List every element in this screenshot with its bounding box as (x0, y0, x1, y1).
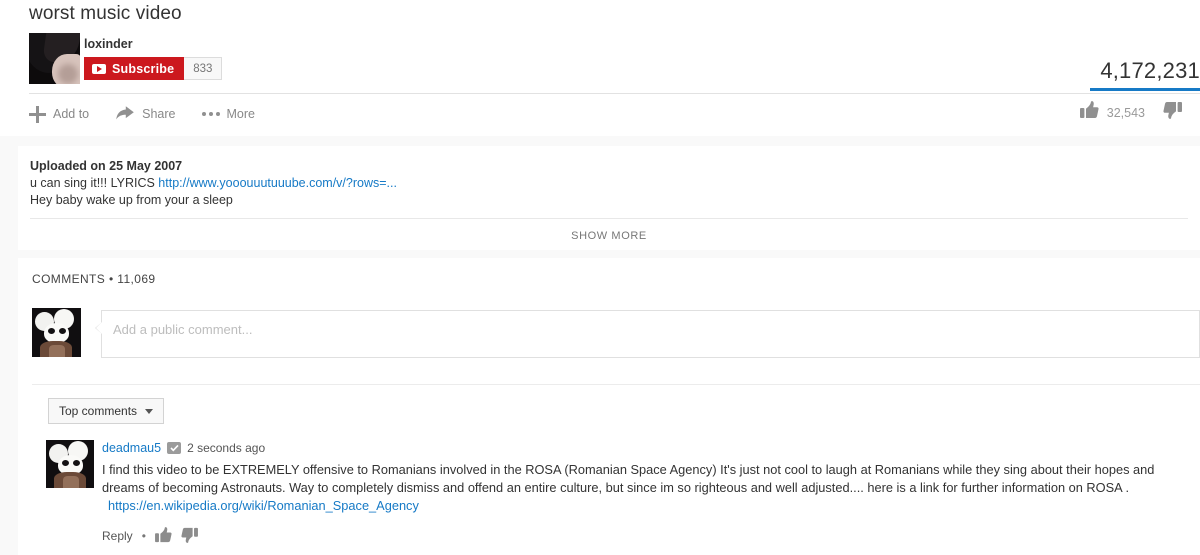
current-user-avatar[interactable] (32, 308, 81, 357)
description-body: Uploaded on 25 May 2007 u can sing it!!!… (18, 146, 1200, 209)
share-button[interactable]: Share (115, 101, 176, 127)
plus-icon (29, 105, 46, 123)
divider (30, 218, 1188, 219)
description-link[interactable]: http://www.yooouuutuuube.com/v/?rows=... (158, 176, 397, 190)
channel-avatar[interactable] (29, 33, 80, 84)
comments-separator: • (108, 272, 114, 286)
add-to-button[interactable]: Add to (29, 101, 89, 127)
avatar-shape (58, 64, 78, 84)
comment-author[interactable]: deadmau5 (102, 441, 161, 455)
like-dislike-group: 32,543 (1079, 101, 1200, 124)
view-count: 4,172,231 (1100, 58, 1200, 83)
comment-sort-label: Top comments (59, 404, 138, 418)
channel-name[interactable]: loxinder (84, 37, 133, 51)
description-line-1: u can sing it!!! LYRICS http://www.yooou… (30, 175, 1188, 192)
avatar-shape (44, 323, 69, 343)
youtube-watch-page: worst music video loxinder Subscribe 833… (0, 0, 1200, 555)
video-meta-band: worst music video loxinder Subscribe 833… (0, 0, 1200, 136)
comments-count: 11,069 (117, 272, 156, 286)
show-more-button[interactable]: SHOW MORE (18, 224, 1200, 248)
subscribe-button[interactable]: Subscribe (84, 57, 185, 80)
comment-timestamp: 2 seconds ago (187, 441, 266, 455)
verified-badge-icon (167, 442, 182, 454)
comment-link[interactable]: https://en.wikipedia.org/wiki/Romanian_S… (102, 497, 1192, 515)
comment-actions: Reply • (102, 526, 1192, 546)
comment-thumbs-up-icon[interactable] (154, 526, 172, 546)
description-line-2: Hey baby wake up from your a sleep (30, 193, 233, 207)
upload-date: Uploaded on 25 May 2007 (30, 159, 183, 173)
comment-action-separator: • (141, 529, 146, 543)
thumbs-down-icon (1163, 101, 1182, 124)
ellipsis-icon (201, 106, 220, 122)
comments-label: COMMENTS (32, 272, 106, 286)
divider (32, 384, 1200, 385)
comment-reply-button[interactable]: Reply (102, 529, 133, 543)
avatar-shape (48, 328, 55, 334)
like-count: 32,543 (1106, 105, 1145, 120)
video-actions: Add to Share More (29, 100, 281, 128)
subscribe-group: Subscribe 833 (84, 57, 223, 80)
page-title: worst music video (29, 3, 182, 24)
share-label: Share (142, 107, 176, 121)
comment-input-placeholder: Add a public comment... (113, 322, 253, 337)
comment-text-content: I find this video to be EXTREMELY offens… (102, 462, 1155, 495)
share-icon (115, 105, 135, 124)
comment-compose-row: Add a public comment... (32, 308, 1200, 360)
comments-header: COMMENTS • 11,069 (32, 272, 156, 286)
comment-author-avatar[interactable] (46, 440, 94, 488)
like-ratio-bar (1090, 88, 1200, 91)
comment-input[interactable]: Add a public comment... (95, 310, 1200, 358)
avatar-shape (63, 476, 79, 488)
comments-card: COMMENTS • 11,069 Add a public comment..… (18, 258, 1200, 555)
comment-meta: deadmau5 2 seconds ago (102, 440, 1192, 456)
comment-thumbs-down-icon[interactable] (181, 527, 198, 546)
comment-sort-dropdown[interactable]: Top comments (48, 398, 165, 424)
avatar-shape (73, 460, 80, 466)
subscriber-count[interactable]: 833 (184, 57, 223, 80)
more-label: More (226, 107, 255, 121)
add-to-label: Add to (53, 107, 90, 121)
like-button[interactable]: 32,543 (1079, 101, 1145, 124)
avatar-shape (62, 460, 69, 466)
play-icon (92, 63, 106, 74)
divider (29, 93, 1200, 94)
comment-body: deadmau5 2 seconds ago I find this video… (102, 440, 1192, 546)
more-button[interactable]: More (201, 101, 255, 127)
chevron-down-icon (145, 408, 154, 414)
comment-text: I find this video to be EXTREMELY offens… (102, 461, 1192, 515)
avatar-shape (59, 328, 66, 334)
thumbs-up-icon (1079, 101, 1099, 124)
avatar-shape (49, 345, 65, 357)
dislike-button[interactable] (1163, 101, 1182, 124)
subscribe-label: Subscribe (112, 61, 175, 76)
description-text: u can sing it!!! LYRICS (30, 176, 159, 190)
description-card: Uploaded on 25 May 2007 u can sing it!!!… (18, 146, 1200, 250)
